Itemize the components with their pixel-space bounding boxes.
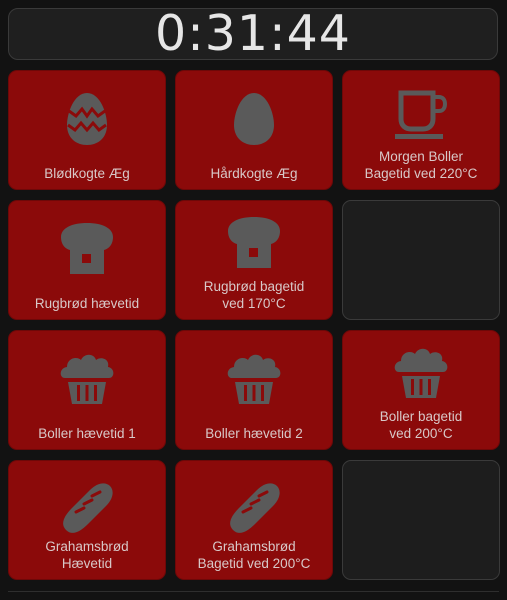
muffin-icon (176, 347, 332, 411)
baguette-icon (9, 477, 165, 541)
tile-rolls-baking[interactable]: Boller bagetid ved 200°C (342, 330, 500, 450)
egg-decorated-icon (9, 87, 165, 151)
tile-label: Boller bagetid ved 200°C (379, 409, 463, 441)
baguette-icon (176, 477, 332, 541)
muffin-icon (343, 341, 499, 405)
tile-soft-boiled-eggs[interactable]: Blødkogte Æg (8, 70, 166, 190)
tile-graham-bread-baking[interactable]: Grahamsbrød Bagetid ved 200°C (175, 460, 333, 580)
coffee-cup-icon (343, 83, 499, 147)
empty-tile (342, 460, 500, 580)
tile-label: Boller hævetid 2 (205, 426, 303, 441)
empty-tile (342, 200, 500, 320)
tile-label: Morgen Boller Bagetid ved 220°C (364, 149, 478, 181)
tile-rolls-rising-1[interactable]: Boller hævetid 1 (8, 330, 166, 450)
bottom-divider (8, 591, 499, 592)
muffin-icon (9, 347, 165, 411)
timer-button-grid: Blødkogte Æg Hårdkogte Æg Morgen Boller B… (8, 70, 500, 580)
tile-rye-bread-baking[interactable]: Rugbrød bagetid ved 170°C (175, 200, 333, 320)
tile-label: Grahamsbrød Hævetid (45, 539, 129, 571)
tile-label: Rugbrød bagetid ved 170°C (203, 279, 305, 311)
tile-rye-bread-rising[interactable]: Rugbrød hævetid (8, 200, 166, 320)
tile-morning-rolls[interactable]: Morgen Boller Bagetid ved 220°C (342, 70, 500, 190)
tile-label: Boller hævetid 1 (38, 426, 136, 441)
timer-text: 0:31:44 (155, 5, 351, 62)
tile-rolls-rising-2[interactable]: Boller hævetid 2 (175, 330, 333, 450)
timer-display: 0:31:44 (8, 8, 498, 60)
tile-hard-boiled-eggs[interactable]: Hårdkogte Æg (175, 70, 333, 190)
egg-icon (176, 87, 332, 151)
tile-label: Blødkogte Æg (44, 166, 130, 181)
tile-label: Rugbrød hævetid (34, 296, 140, 311)
tile-graham-bread-rising[interactable]: Grahamsbrød Hævetid (8, 460, 166, 580)
bread-loaf-icon (9, 217, 165, 281)
tile-label: Grahamsbrød Bagetid ved 200°C (197, 539, 311, 571)
bread-loaf-icon (176, 211, 332, 275)
tile-label: Hårdkogte Æg (210, 166, 298, 181)
